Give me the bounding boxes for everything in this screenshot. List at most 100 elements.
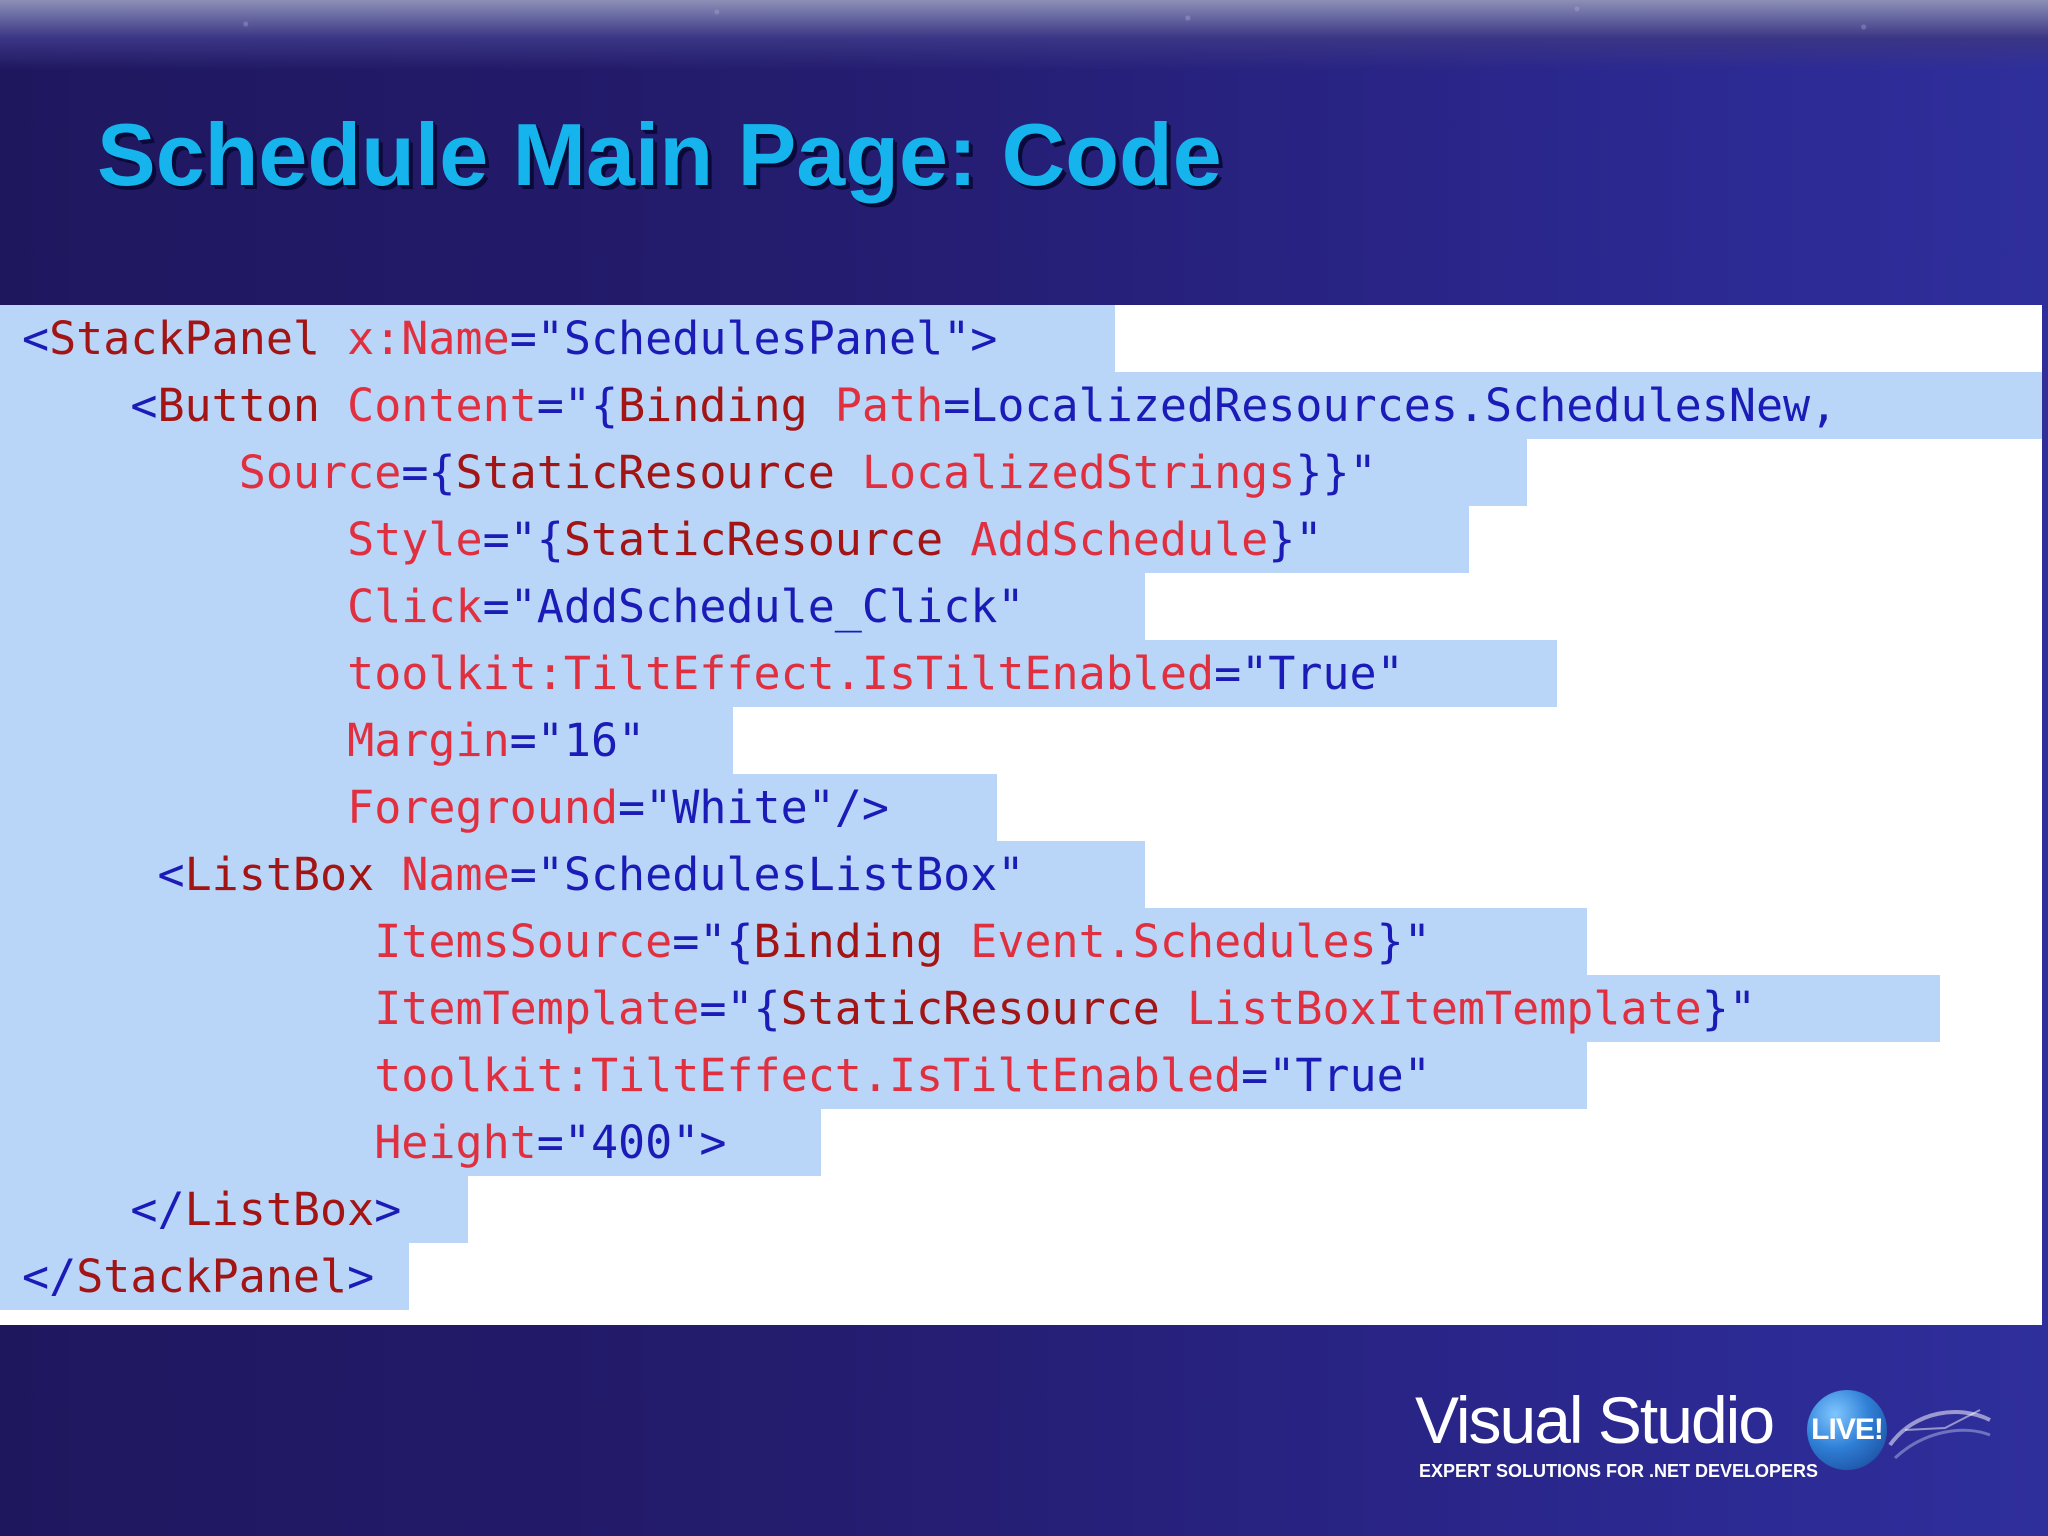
code-element-name: Button [157,379,321,432]
code-attribute: ListBoxItemTemplate [1186,982,1702,1035]
logo-swoosh-icon [1888,1409,1991,1460]
slide-title: Schedule Main Page: Code [97,105,1222,204]
code-line: </StackPanel> [0,1243,409,1310]
code-attribute: LocalizedStrings [861,446,1296,499]
logo-tagline: EXPERT SOLUTIONS FOR .NET DEVELOPERS [1419,1461,1819,1481]
code-line: toolkit:TiltEffect.IsTiltEnabled="True" [0,640,1557,707]
code-markup-extension: StaticResource [563,513,944,566]
code-value: SchedulesPanel [563,312,944,365]
code-punctuation: }" [1376,915,1431,968]
code-panel: <StackPanel x:Name="SchedulesPanel"> <Bu… [0,305,2042,1325]
code-punctuation: < [22,312,50,365]
code-punctuation: }" [1268,513,1323,566]
code-element-name: StackPanel [49,312,321,365]
code-markup-extension: Binding [618,379,808,432]
code-line: toolkit:TiltEffect.IsTiltEnabled="True" [0,1042,1587,1109]
code-punctuation: =" [1241,1049,1296,1102]
logo-live-badge: LIVE! [1807,1390,1887,1470]
code-attribute: Name [401,848,510,901]
code-attribute: toolkit:TiltEffect.IsTiltEnabled [347,647,1215,700]
code-punctuation: =" [618,781,673,834]
code-element-name: StackPanel [76,1250,348,1303]
code-line: Click="AddSchedule_Click" [0,573,1145,640]
visual-studio-live-logo: Visual Studio LIVE! EXPERT SOLUTIONS FOR… [1415,1380,2015,1490]
code-line: ItemTemplate="{StaticResource ListBoxIte… [0,975,1940,1042]
code-line: Source={StaticResource LocalizedStrings}… [0,439,1527,506]
code-punctuation: < [157,848,185,901]
code-line: </ListBox> [0,1176,468,1243]
code-punctuation: ="{ [672,915,754,968]
code-punctuation: = [943,379,971,432]
code-punctuation: =" [509,714,564,767]
code-punctuation: ="{ [482,513,564,566]
code-punctuation: " [1403,1049,1431,1102]
code-line: <Button Content="{Binding Path=Localized… [0,372,2042,439]
code-punctuation: " [997,580,1025,633]
code-value: True [1268,647,1377,700]
code-value: LocalizedResources.SchedulesNew, [970,379,1838,432]
code-value: AddSchedule_Click [536,580,998,633]
code-value: 16 [563,714,619,767]
code-attribute: Style [347,513,483,566]
code-attribute: ItemTemplate [374,982,700,1035]
code-attribute: Height [374,1116,537,1169]
code-punctuation: " [997,848,1025,901]
code-line: <StackPanel x:Name="SchedulesPanel"> [0,305,1115,372]
code-attribute: x:Name [347,312,510,365]
code-punctuation: </ [22,1250,77,1303]
code-attribute: Source [238,446,402,499]
code-element-name: ListBox [184,848,375,901]
code-punctuation: > [347,1250,375,1303]
code-line: ItemsSource="{Binding Event.Schedules}" [0,908,1587,975]
code-punctuation: " [618,714,646,767]
code-line: Style="{StaticResource AddSchedule}" [0,506,1469,573]
code-attribute: Foreground [347,781,619,834]
code-punctuation: "> [672,1116,727,1169]
code-value: White [672,781,808,834]
code-punctuation: ={ [401,446,456,499]
code-punctuation: ="{ [699,982,781,1035]
code-value: True [1295,1049,1404,1102]
code-punctuation: =" [536,1116,591,1169]
code-punctuation: =" [509,848,564,901]
code-markup-extension: Binding [753,915,944,968]
code-attribute: Content [347,379,537,432]
code-punctuation: ="{ [536,379,619,432]
code-punctuation: "/> [807,781,889,834]
code-attribute: AddSchedule [970,513,1269,566]
code-line: <ListBox Name="SchedulesListBox" [0,841,1145,908]
code-punctuation: > [374,1183,402,1236]
code-attribute: Click [347,580,483,633]
code-punctuation: =" [1214,647,1269,700]
logo-brand-text: Visual Studio [1415,1383,1775,1457]
code-value: 400 [590,1116,673,1169]
code-attribute: Path [834,379,944,432]
code-value: SchedulesListBox [563,848,998,901]
code-attribute: toolkit:TiltEffect.IsTiltEnabled [374,1049,1242,1102]
code-attribute: Margin [347,714,510,767]
code-markup-extension: StaticResource [455,446,835,499]
code-line: Margin="16" [0,707,733,774]
code-punctuation: </ [130,1183,185,1236]
code-line: Foreground="White"/> [0,774,997,841]
code-element-name: ListBox [184,1183,375,1236]
code-attribute: Event.Schedules [970,915,1377,968]
code-attribute: ItemsSource [374,915,673,968]
